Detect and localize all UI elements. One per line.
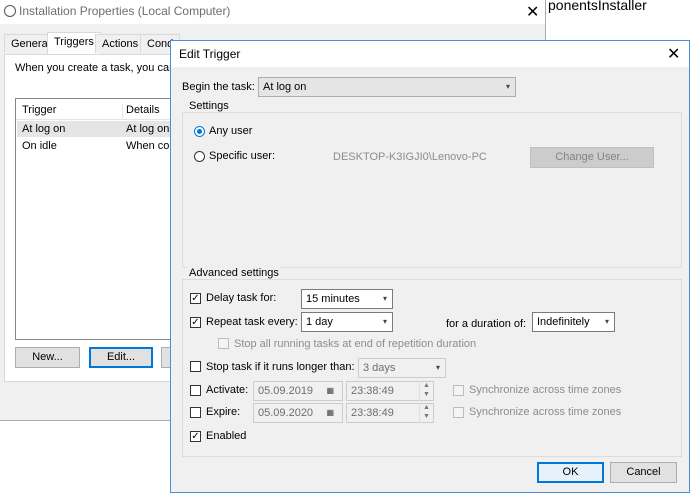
delay-task-value: 15 minutes [306, 293, 360, 305]
stop-all-tasks-checkbox[interactable] [218, 338, 229, 349]
stop-all-tasks-label[interactable]: Stop all running tasks at end of repetit… [234, 338, 476, 350]
tab-actions[interactable]: Actions [95, 34, 146, 53]
activate-time-picker[interactable]: 23:38:49 ▲ ▼ [346, 381, 434, 401]
ok-button[interactable]: OK [537, 462, 604, 483]
row-details: When cor [126, 140, 174, 152]
repeat-task-checkbox[interactable]: ✓ [190, 317, 201, 328]
close-icon[interactable]: ✕ [526, 2, 539, 22]
expire-checkbox[interactable] [190, 407, 201, 418]
stop-task-longer-checkbox[interactable] [190, 361, 201, 372]
calendar-icon: ▦ [326, 386, 334, 395]
expire-label[interactable]: Expire: [206, 406, 240, 418]
delay-task-label[interactable]: Delay task for: [206, 292, 276, 304]
specific-user-name: DESKTOP-K3IGJI0\Lenovo-PC [333, 151, 487, 163]
advanced-settings-label: Advanced settings [187, 267, 281, 279]
duration-select[interactable]: Indefinitely ▾ [532, 312, 615, 332]
new-trigger-button[interactable]: New... [15, 347, 80, 368]
specific-user-label[interactable]: Specific user: [209, 150, 275, 162]
column-header-trigger[interactable]: Trigger [22, 104, 56, 116]
expire-sync-label[interactable]: Synchronize across time zones [469, 406, 621, 418]
window-titlebar: Installation Properties (Local Computer)… [0, 0, 545, 24]
background-app-text: ponentsInstaller [548, 0, 647, 13]
specific-user-radio[interactable] [194, 151, 205, 162]
chevron-down-icon: ▾ [382, 317, 387, 326]
close-icon[interactable]: ✕ [667, 44, 680, 64]
activate-sync-label[interactable]: Synchronize across time zones [469, 384, 621, 396]
row-trigger: At log on [22, 123, 66, 135]
any-user-label[interactable]: Any user [209, 125, 252, 137]
activate-sync-checkbox[interactable] [453, 385, 464, 396]
activate-time-value: 23:38:49 [351, 385, 394, 397]
activate-date-picker[interactable]: 05.09.2019 ▦ [253, 381, 343, 401]
change-user-button[interactable]: Change User... [530, 147, 654, 168]
row-trigger[interactable]: On idle [22, 140, 57, 152]
triggers-list[interactable]: Trigger Details At log on At log on On i… [15, 98, 182, 340]
settings-group-label: Settings [187, 100, 231, 112]
stop-task-longer-label[interactable]: Stop task if it runs longer than: [206, 361, 355, 373]
activate-date-value: 05.09.2019 [258, 385, 314, 397]
cancel-button[interactable]: Cancel [610, 462, 677, 483]
repeat-task-select[interactable]: 1 day ▾ [301, 312, 393, 332]
expire-time-value: 23:38:49 [351, 407, 394, 419]
dialog-title: Edit Trigger [179, 47, 241, 61]
window-title: Installation Properties (Local Computer) [19, 4, 231, 18]
spinner-icon[interactable]: ▲ ▼ [419, 381, 433, 401]
duration-label: for a duration of: [446, 318, 527, 330]
repeat-task-value: 1 day [306, 316, 333, 328]
spinner-icon[interactable]: ▲ ▼ [419, 403, 433, 423]
column-divider [122, 104, 124, 118]
activate-label[interactable]: Activate: [206, 384, 248, 396]
chevron-down-icon: ▾ [435, 363, 440, 372]
stop-task-longer-value: 3 days [363, 362, 396, 374]
begin-task-select[interactable]: At log on ▾ [258, 77, 516, 97]
begin-task-value: At log on [263, 81, 307, 93]
activate-checkbox[interactable] [190, 385, 201, 396]
begin-task-label: Begin the task: [182, 81, 255, 93]
repeat-task-label[interactable]: Repeat task every: [206, 316, 298, 328]
delay-task-select[interactable]: 15 minutes ▾ [301, 289, 393, 309]
expire-date-picker[interactable]: 05.09.2020 ▦ [253, 403, 343, 423]
clock-icon [4, 5, 16, 17]
stop-task-longer-select[interactable]: 3 days ▾ [358, 358, 446, 378]
enabled-label[interactable]: Enabled [206, 430, 246, 442]
tab-triggers[interactable]: Triggers [47, 32, 101, 55]
expire-sync-checkbox[interactable] [453, 407, 464, 418]
chevron-down-icon: ▾ [382, 294, 387, 303]
expire-time-picker[interactable]: 23:38:49 ▲ ▼ [346, 403, 434, 423]
edit-trigger-button[interactable]: Edit... [89, 347, 153, 368]
chevron-down-icon: ▾ [604, 317, 609, 326]
chevron-down-icon: ▾ [505, 82, 510, 91]
dialog-titlebar [171, 41, 689, 67]
triggers-intro-text: When you create a task, you can s [15, 62, 184, 74]
calendar-icon: ▦ [326, 408, 334, 417]
any-user-radio[interactable] [194, 126, 205, 137]
enabled-checkbox[interactable]: ✓ [190, 431, 201, 442]
delay-task-checkbox[interactable]: ✓ [190, 293, 201, 304]
row-details: At log on [126, 123, 170, 135]
column-header-details[interactable]: Details [126, 104, 160, 116]
expire-date-value: 05.09.2020 [258, 407, 314, 419]
settings-group [182, 112, 682, 268]
duration-value: Indefinitely [537, 316, 590, 328]
edit-trigger-dialog: Edit Trigger ✕ Begin the task: At log on… [170, 40, 690, 493]
